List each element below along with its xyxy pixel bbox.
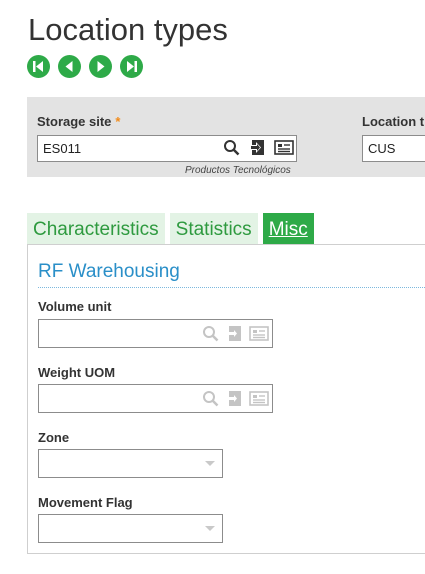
search-icon[interactable] bbox=[202, 325, 219, 342]
jump-to-icon[interactable] bbox=[226, 325, 243, 342]
record-navigation bbox=[27, 55, 143, 78]
storage-site-label-text: Storage site bbox=[37, 114, 112, 129]
storage-site-label: Storage site * bbox=[37, 114, 120, 129]
location-type-label: Location t bbox=[362, 114, 425, 129]
first-record-button[interactable] bbox=[27, 55, 50, 78]
detail-icon[interactable] bbox=[274, 139, 294, 156]
zone-select[interactable] bbox=[38, 449, 223, 478]
tab-characteristics[interactable]: Characteristics bbox=[27, 213, 165, 244]
jump-to-icon[interactable] bbox=[226, 390, 243, 407]
storage-site-description: Productos Tecnológicos bbox=[185, 165, 291, 176]
first-icon bbox=[33, 61, 43, 72]
detail-icon[interactable] bbox=[249, 390, 269, 407]
volume-unit-label: Volume unit bbox=[38, 299, 112, 314]
last-icon bbox=[127, 61, 137, 72]
previous-record-button[interactable] bbox=[58, 55, 81, 78]
next-icon bbox=[97, 61, 105, 72]
weight-uom-field[interactable] bbox=[38, 384, 273, 413]
volume-unit-field[interactable] bbox=[38, 319, 273, 348]
tab-misc[interactable]: Misc bbox=[262, 213, 314, 244]
previous-icon bbox=[65, 61, 73, 72]
chevron-down-icon[interactable] bbox=[205, 526, 215, 531]
search-icon[interactable] bbox=[223, 139, 240, 156]
storage-site-field[interactable]: ES011 bbox=[37, 135, 297, 162]
movement-flag-select[interactable] bbox=[38, 514, 223, 543]
chevron-down-icon[interactable] bbox=[205, 461, 215, 466]
section-divider bbox=[38, 287, 425, 288]
required-marker: * bbox=[115, 114, 121, 129]
zone-label: Zone bbox=[38, 430, 70, 445]
page-title: Location types bbox=[28, 12, 228, 47]
storage-site-value: ES011 bbox=[43, 141, 82, 156]
next-record-button[interactable] bbox=[89, 55, 112, 78]
weight-uom-label: Weight UOM bbox=[38, 365, 116, 380]
location-type-value: CUS bbox=[368, 141, 396, 156]
last-record-button[interactable] bbox=[120, 55, 143, 78]
section-title: RF Warehousing bbox=[38, 261, 180, 282]
tab-statistics[interactable]: Statistics bbox=[169, 213, 258, 244]
jump-to-icon[interactable] bbox=[249, 139, 266, 156]
search-icon[interactable] bbox=[202, 390, 219, 407]
detail-icon[interactable] bbox=[249, 325, 269, 342]
location-type-field[interactable]: CUS bbox=[362, 135, 425, 162]
tab-bar: Characteristics Statistics Misc bbox=[27, 213, 314, 244]
movement-flag-label: Movement Flag bbox=[38, 495, 133, 510]
